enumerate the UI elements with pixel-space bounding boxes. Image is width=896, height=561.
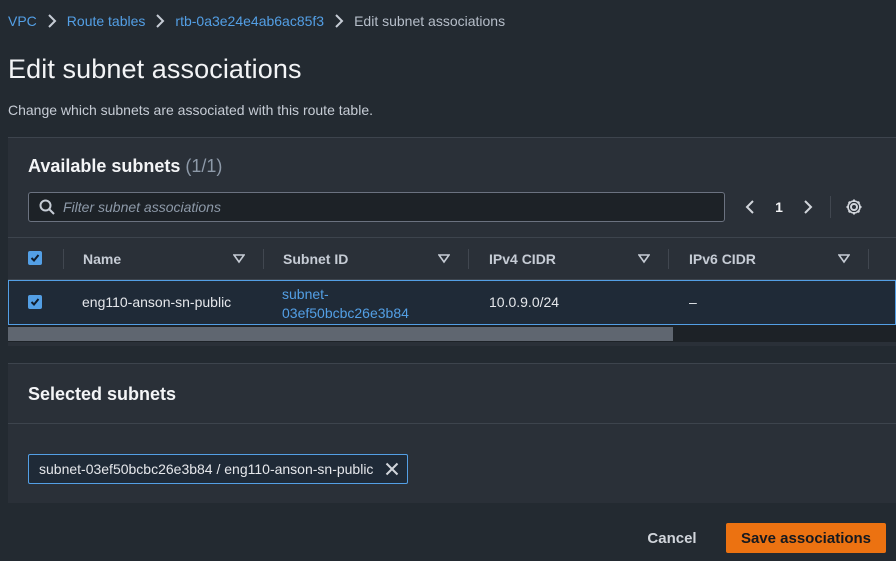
breadcrumb-vpc[interactable]: VPC (8, 13, 37, 29)
available-subnets-title: Available subnets (28, 156, 181, 176)
caret-down-icon (438, 254, 450, 264)
column-separator (63, 249, 64, 269)
checkmark-icon (30, 254, 40, 262)
chevron-right-icon (37, 14, 67, 28)
save-associations-button[interactable]: Save associations (726, 523, 886, 553)
sort-ipv6-button[interactable] (838, 238, 852, 280)
chevron-right-icon (804, 200, 813, 214)
page-description: Change which subnets are associated with… (8, 102, 373, 118)
table-row[interactable]: eng110-anson-sn-public subnet- 03ef50bcb… (8, 280, 896, 325)
divider (8, 423, 896, 424)
breadcrumb-current: Edit subnet associations (354, 13, 506, 29)
sort-name-button[interactable] (233, 238, 247, 280)
selected-subnet-token: subnet-03ef50bcbc26e3b84 / eng110-anson-… (28, 454, 409, 484)
selected-subnets-panel: Selected subnets subnet-03ef50bcbc26e3b8… (8, 363, 896, 503)
caret-down-icon (638, 254, 650, 264)
breadcrumb-route-tables[interactable]: Route tables (67, 13, 146, 29)
cell-ipv4: 10.0.9.0/24 (489, 294, 560, 310)
column-label: IPv4 CIDR (489, 251, 556, 267)
column-separator (868, 249, 869, 269)
subnet-id-line1: subnet- (282, 286, 329, 302)
column-header-subnet-id[interactable]: Subnet ID (283, 238, 348, 280)
subnet-id-link[interactable]: subnet- 03ef50bcbc26e3b84 (282, 285, 409, 323)
table-header: Name Subnet ID IPv4 CIDR IPv6 CIDR (8, 237, 896, 280)
pagination: 1 (738, 194, 867, 220)
cell-name: eng110-anson-sn-public (82, 294, 232, 310)
selected-subnets-title: Selected subnets (28, 384, 177, 404)
sort-ipv4-button[interactable] (638, 238, 652, 280)
subnets-table: Name Subnet ID IPv4 CIDR IPv6 CIDR eng11… (8, 237, 896, 342)
column-label: Name (83, 251, 122, 267)
search-icon (39, 199, 55, 215)
available-subnets-header: Available subnets (1/1) (28, 156, 222, 177)
chevron-right-icon (324, 14, 354, 28)
cell-ipv6: – (689, 294, 697, 310)
column-label: IPv6 CIDR (689, 251, 756, 267)
previous-page-button[interactable] (738, 194, 762, 220)
column-header-ipv4[interactable]: IPv4 CIDR (489, 238, 556, 280)
token-label: subnet-03ef50bcbc26e3b84 / eng110-anson-… (39, 461, 374, 477)
scrollbar-thumb[interactable] (8, 327, 673, 341)
column-label: Subnet ID (283, 251, 349, 267)
available-subnets-count: (1/1) (185, 156, 223, 176)
column-header-name[interactable]: Name (83, 238, 121, 280)
column-header-ipv6[interactable]: IPv6 CIDR (689, 238, 756, 280)
checkmark-icon (30, 298, 40, 306)
column-separator (468, 249, 469, 269)
next-page-button[interactable] (796, 194, 820, 220)
chevron-left-icon (745, 200, 754, 214)
breadcrumb: VPC Route tables rtb-0a3e24e4ab6ac85f3 E… (8, 11, 505, 31)
page-title: Edit subnet associations (8, 54, 302, 84)
filter-input[interactable] (63, 199, 693, 215)
chevron-right-icon (145, 14, 175, 28)
caret-down-icon (233, 254, 245, 264)
available-subnets-panel: Available subnets (1/1) 1 (8, 137, 896, 346)
pager-divider (830, 196, 831, 218)
page-number[interactable]: 1 (762, 199, 796, 215)
horizontal-scrollbar[interactable] (8, 325, 896, 342)
select-all-checkbox[interactable] (28, 251, 42, 265)
gear-icon (846, 199, 862, 215)
remove-token-button[interactable] (383, 460, 401, 478)
subnet-id-line2: 03ef50bcbc26e3b84 (282, 305, 409, 321)
column-separator (668, 249, 669, 269)
sort-subnet-id-button[interactable] (438, 238, 452, 280)
column-separator (263, 249, 264, 269)
close-icon (386, 462, 399, 476)
cancel-button[interactable]: Cancel (636, 523, 708, 553)
preferences-button[interactable] (841, 194, 867, 220)
breadcrumb-route-table-id[interactable]: rtb-0a3e24e4ab6ac85f3 (175, 13, 324, 29)
caret-down-icon (838, 254, 850, 264)
filter-box (28, 192, 725, 222)
row-checkbox[interactable] (28, 295, 42, 309)
